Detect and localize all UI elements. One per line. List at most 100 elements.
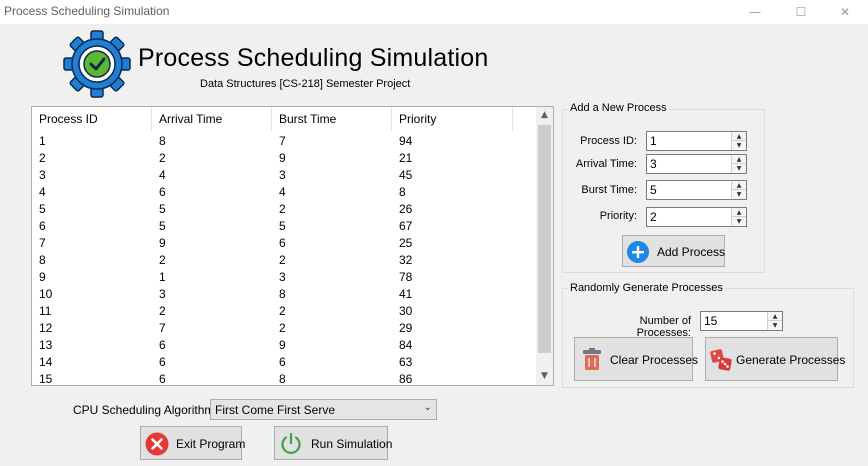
chevron-down-icon[interactable]: ⌄	[424, 402, 432, 413]
cell-burst-time: 8	[279, 287, 286, 301]
table-row[interactable]: 2 2 9 21	[32, 150, 537, 167]
cell-arrival-time: 4	[159, 168, 166, 182]
scroll-down-icon[interactable]: ▼	[536, 368, 553, 385]
add-process-label: Add Process	[657, 245, 726, 259]
table-row[interactable]: 7 9 6 25	[32, 235, 537, 252]
app-title: Process Scheduling Simulation	[138, 44, 489, 72]
table-body: 1 8 7 94 2 2 9 21 3 4 3 45 4 6 4 8 5 5 2 26 6 5 5 67 7 9 6 25 8 2 2 32 9…	[32, 133, 537, 386]
exit-program-label: Exit Program	[176, 437, 246, 451]
decrement-icon[interactable]: ▼	[768, 321, 782, 330]
scroll-up-icon[interactable]: ▲	[536, 107, 553, 124]
table-row[interactable]: 14 6 6 63	[32, 354, 537, 371]
decrement-icon[interactable]: ▼	[732, 141, 746, 150]
table-row[interactable]: 3 4 3 45	[32, 167, 537, 184]
priority-stepper[interactable]: 2 ▲ ▼	[646, 207, 747, 227]
cell-arrival-time: 7	[159, 321, 166, 335]
cell-process-id: 7	[39, 236, 46, 250]
cell-process-id: 10	[39, 287, 53, 301]
increment-icon[interactable]: ▲	[732, 208, 746, 217]
generate-processes-label: Generate Processes	[736, 353, 846, 367]
table-header: Process ID Arrival Time Burst Time Prior…	[32, 107, 537, 131]
increment-icon[interactable]: ▲	[768, 312, 782, 321]
increment-icon[interactable]: ▲	[732, 155, 746, 164]
decrement-icon[interactable]: ▼	[732, 164, 746, 173]
scroll-thumb[interactable]	[538, 125, 551, 353]
cell-arrival-time: 2	[159, 304, 166, 318]
table-row[interactable]: 11 2 2 30	[32, 303, 537, 320]
run-simulation-label: Run Simulation	[311, 437, 393, 451]
close-icon[interactable]: ✕	[822, 0, 868, 24]
column-burst-time[interactable]: Burst Time	[272, 107, 392, 131]
cell-process-id: 9	[39, 270, 46, 284]
cell-process-id: 5	[39, 202, 46, 216]
table-scrollbar[interactable]: ▲ ▼	[536, 107, 553, 385]
add-process-button[interactable]: Add Process	[622, 235, 725, 267]
table-row[interactable]: 15 6 8 86	[32, 371, 537, 386]
exit-program-button[interactable]: Exit Program	[140, 426, 246, 460]
table-row[interactable]: 1 8 7 94	[32, 133, 537, 150]
add-process-group-title: Add a New Process	[568, 102, 669, 114]
column-priority[interactable]: Priority	[392, 107, 513, 131]
dice-icon	[710, 349, 732, 371]
cell-priority: 30	[399, 304, 413, 318]
table-row[interactable]: 8 2 2 32	[32, 252, 537, 269]
increment-icon[interactable]: ▲	[732, 181, 746, 190]
cell-burst-time: 2	[279, 202, 286, 216]
trash-icon	[583, 348, 601, 370]
table-row[interactable]: 12 7 2 29	[32, 320, 537, 337]
cell-burst-time: 4	[279, 185, 286, 199]
gear-check-icon	[63, 30, 131, 98]
generate-processes-button[interactable]: Generate Processes	[705, 337, 845, 381]
increment-icon[interactable]: ▲	[732, 132, 746, 141]
column-arrival-time[interactable]: Arrival Time	[152, 107, 272, 131]
process-table[interactable]: Process ID Arrival Time Burst Time Prior…	[31, 106, 554, 386]
cell-arrival-time: 5	[159, 219, 166, 233]
run-simulation-button[interactable]: Run Simulation	[274, 426, 392, 460]
power-icon	[281, 432, 301, 454]
table-row[interactable]: 10 3 8 41	[32, 286, 537, 303]
random-generate-group-title: Randomly Generate Processes	[568, 282, 725, 294]
cell-priority: 26	[399, 202, 413, 216]
cell-process-id: 12	[39, 321, 53, 335]
cell-arrival-time: 2	[159, 253, 166, 267]
decrement-icon[interactable]: ▼	[732, 190, 746, 199]
cell-burst-time: 6	[279, 355, 286, 369]
cell-priority: 86	[399, 372, 413, 386]
cell-priority: 25	[399, 236, 413, 250]
cell-arrival-time: 9	[159, 236, 166, 250]
number-of-processes-value: 15	[704, 314, 718, 328]
maximize-icon[interactable]: ☐	[778, 0, 824, 24]
burst-time-stepper[interactable]: 5 ▲ ▼	[646, 180, 747, 200]
column-process-id[interactable]: Process ID	[32, 107, 152, 131]
cell-arrival-time: 5	[159, 202, 166, 216]
cell-process-id: 11	[39, 304, 52, 318]
cell-arrival-time: 8	[159, 134, 166, 148]
burst-time-label: Burst Time:	[581, 184, 637, 196]
algorithm-label: CPU Scheduling Algorithm:	[73, 403, 218, 417]
process-id-stepper[interactable]: 1 ▲ ▼	[646, 131, 747, 151]
table-row[interactable]: 5 5 2 26	[32, 201, 537, 218]
table-row[interactable]: 4 6 4 8	[32, 184, 537, 201]
table-row[interactable]: 13 6 9 84	[32, 337, 537, 354]
cell-priority: 63	[399, 355, 413, 369]
clear-processes-button[interactable]: Clear Processes	[574, 337, 698, 381]
minimize-icon[interactable]: —	[732, 0, 778, 24]
cell-process-id: 6	[39, 219, 46, 233]
burst-time-value: 5	[650, 183, 657, 197]
app-subtitle: Data Structures [CS-218] Semester Projec…	[200, 78, 411, 90]
cell-burst-time: 8	[279, 372, 286, 386]
algorithm-selected-value: First Come First Serve	[215, 403, 336, 417]
cell-arrival-time: 6	[159, 185, 166, 199]
table-row[interactable]: 6 5 5 67	[32, 218, 537, 235]
table-row[interactable]: 9 1 3 78	[32, 269, 537, 286]
number-of-processes-label: Number of Processes:	[636, 315, 691, 339]
decrement-icon[interactable]: ▼	[732, 217, 746, 226]
number-of-processes-stepper[interactable]: 15 ▲ ▼	[700, 311, 783, 331]
cell-priority: 45	[399, 168, 413, 182]
cell-priority: 21	[399, 151, 413, 165]
algorithm-select[interactable]: First Come First Serve ⌄	[210, 399, 437, 420]
cell-burst-time: 6	[279, 236, 286, 250]
arrival-time-stepper[interactable]: 3 ▲ ▼	[646, 154, 747, 174]
priority-label: Priority:	[599, 210, 637, 222]
priority-value: 2	[650, 210, 657, 224]
